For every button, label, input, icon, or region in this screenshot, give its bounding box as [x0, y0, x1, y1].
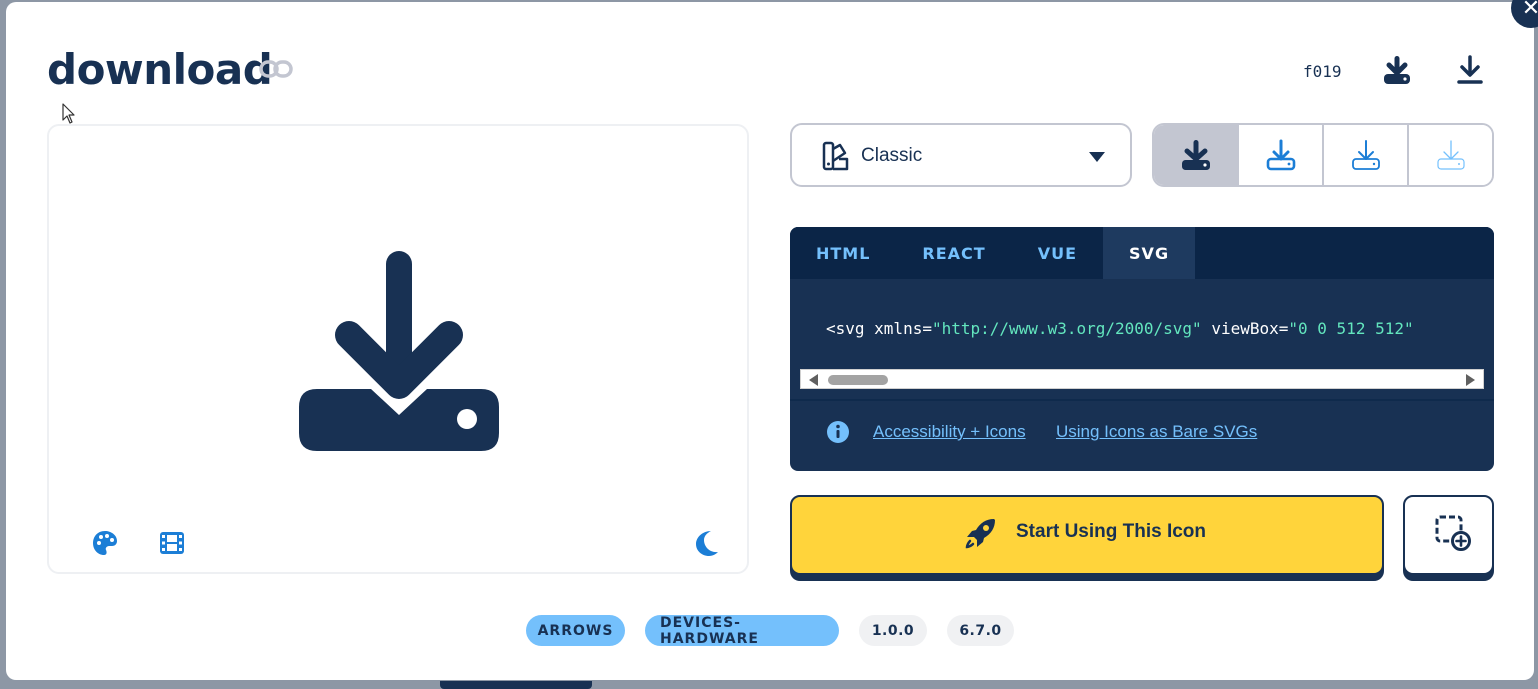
- start-using-button[interactable]: Start Using This Icon: [790, 495, 1384, 575]
- weight-solid-button[interactable]: [1154, 125, 1239, 185]
- rocket-icon: [965, 519, 995, 549]
- tab-react[interactable]: REACT: [896, 227, 1011, 279]
- unicode-value[interactable]: f019: [1303, 62, 1342, 81]
- version-tag[interactable]: 1.0.0: [859, 615, 927, 646]
- add-to-kit-button[interactable]: [1403, 495, 1494, 575]
- category-tag-devices-hardware[interactable]: DEVICES-HARDWARE: [645, 615, 839, 647]
- close-icon: ✕: [1521, 0, 1538, 21]
- divider: [790, 399, 1494, 401]
- icon-detail-modal: download f019 Classic HTML REACT VUE SVG…: [6, 2, 1534, 680]
- style-select-value: Classic: [861, 145, 923, 166]
- tab-vue[interactable]: VUE: [1012, 227, 1103, 279]
- code-panel: HTML REACT VUE SVG <svg xmlns="http://ww…: [790, 227, 1494, 471]
- link-icon[interactable]: [258, 54, 294, 84]
- accessibility-link[interactable]: Accessibility + Icons: [873, 422, 1026, 442]
- palette-icon[interactable]: [91, 529, 119, 557]
- add-to-kit-icon: [1435, 515, 1471, 551]
- code-viewbox-value: "0 0 512 512": [1288, 319, 1414, 338]
- download-arrow-icon[interactable]: [1455, 54, 1485, 86]
- code-snippet[interactable]: <svg xmlns="http://www.w3.org/2000/svg" …: [826, 319, 1414, 338]
- tab-svg[interactable]: SVG: [1103, 227, 1196, 279]
- code-tag: <svg xmlns=: [826, 319, 932, 338]
- download-icon: [299, 251, 499, 451]
- version-tag[interactable]: 6.7.0: [947, 615, 1014, 646]
- style-select[interactable]: Classic: [790, 123, 1132, 187]
- swatches-icon: [822, 141, 849, 171]
- download-svg-icon[interactable]: [1382, 54, 1412, 86]
- start-using-label: Start Using This Icon: [1016, 521, 1207, 542]
- chevron-down-icon: [1089, 152, 1105, 162]
- background-element: [440, 681, 592, 689]
- scroll-left-icon[interactable]: [809, 374, 818, 386]
- download-solid-icon: [1181, 140, 1210, 170]
- category-tag-arrows[interactable]: ARROWS: [526, 615, 625, 646]
- icon-preview: [47, 124, 749, 574]
- bare-svgs-link[interactable]: Using Icons as Bare SVGs: [1056, 422, 1257, 442]
- code-attr: viewBox=: [1201, 319, 1289, 338]
- weight-regular-button[interactable]: [1239, 125, 1324, 185]
- scroll-right-icon[interactable]: [1466, 374, 1475, 386]
- download-thin-icon: [1436, 140, 1465, 170]
- weight-thin-button[interactable]: [1409, 125, 1492, 185]
- weight-selector: [1152, 123, 1494, 187]
- moon-icon[interactable]: [693, 529, 721, 557]
- scrollbar-thumb[interactable]: [828, 375, 888, 385]
- film-icon[interactable]: [158, 529, 186, 557]
- info-icon: [827, 421, 849, 443]
- tab-html[interactable]: HTML: [790, 227, 896, 279]
- code-scrollbar[interactable]: [800, 369, 1484, 389]
- download-light-icon: [1351, 140, 1380, 170]
- mouse-cursor-icon: [62, 103, 75, 124]
- icon-title: download: [47, 45, 273, 94]
- code-xmlns-value: "http://www.w3.org/2000/svg": [931, 319, 1202, 338]
- weight-light-button[interactable]: [1324, 125, 1409, 185]
- download-regular-icon: [1266, 139, 1295, 171]
